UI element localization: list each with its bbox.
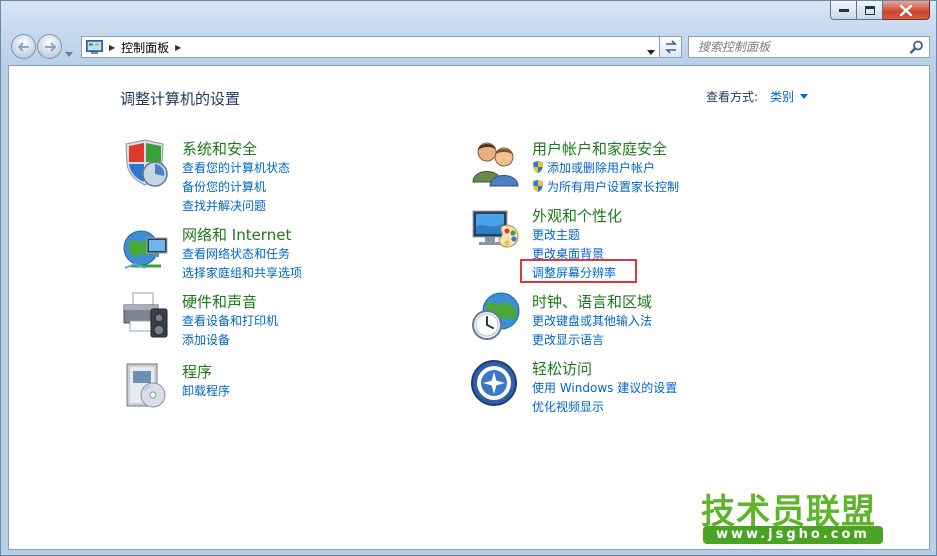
category-title-ease-of-access[interactable]: 轻松访问 (532, 358, 592, 379)
breadcrumb-separator-icon[interactable]: ▶ (175, 43, 181, 52)
caption-buttons (830, 1, 930, 20)
shield-icon[interactable] (121, 138, 171, 188)
network-globe-icon[interactable] (121, 224, 171, 274)
refresh-button[interactable] (660, 36, 682, 58)
uac-shield-icon (533, 160, 543, 174)
category-title-appearance[interactable]: 外观和个性化 (532, 205, 622, 226)
maximize-icon (864, 5, 875, 15)
watermark-logo: 技术员联盟 www.jsgho.com (701, 484, 885, 546)
search-icon[interactable] (910, 40, 924, 54)
link-change-display-language[interactable]: 更改显示语言 (532, 331, 652, 350)
link-add-device[interactable]: 添加设备 (182, 331, 278, 350)
printer-icon[interactable] (121, 291, 171, 341)
link-network-status[interactable]: 查看网络状态和任务 (182, 245, 302, 264)
close-icon (900, 4, 912, 16)
category-title-programs[interactable]: 程序 (182, 361, 212, 382)
users-icon[interactable] (471, 138, 521, 188)
view-by-control: 查看方式: 类别 (706, 88, 809, 105)
control-panel-icon (86, 40, 103, 54)
minimize-icon (838, 9, 849, 12)
category-ease-of-access: 轻松访问 使用 Windows 建议的设置 优化视频显示 (471, 358, 791, 418)
highlight-box (520, 259, 637, 283)
category-links: 卸载程序 (182, 382, 230, 401)
back-button[interactable] (11, 34, 36, 59)
link-view-computer-status[interactable]: 查看您的计算机状态 (182, 159, 290, 178)
category-title-hardware[interactable]: 硬件和声音 (182, 291, 257, 312)
recent-pages-dropdown[interactable] (65, 42, 73, 61)
category-clock-region: 时钟、语言和区域 更改键盘或其他输入法 更改显示语言 (471, 291, 791, 351)
category-links: 更改键盘或其他输入法 更改显示语言 (532, 312, 652, 350)
category-links: 添加或删除用户帐户 为所有用户设置家长控制 (532, 159, 679, 197)
link-windows-recommended-settings[interactable]: 使用 Windows 建议的设置 (532, 379, 677, 398)
address-dropdown[interactable] (647, 44, 655, 58)
address-bar[interactable]: ▶ 控制面板 ▶ (81, 36, 660, 58)
link-text[interactable]: 为所有用户设置家长控制 (547, 180, 679, 194)
link-optimize-visual-display[interactable]: 优化视频显示 (532, 398, 677, 417)
forward-button[interactable] (37, 34, 62, 59)
search-input[interactable] (696, 39, 910, 55)
search-box[interactable] (688, 36, 930, 58)
ease-of-access-icon[interactable] (471, 358, 521, 408)
maximize-button[interactable] (857, 1, 883, 20)
minimize-button[interactable] (830, 1, 857, 20)
breadcrumb-control-panel[interactable]: 控制面板 (121, 39, 169, 56)
category-title-system-security[interactable]: 系统和安全 (182, 138, 257, 159)
monitor-palette-icon[interactable] (471, 205, 521, 255)
link-backup-computer[interactable]: 备份您的计算机 (182, 178, 290, 197)
category-links: 查看您的计算机状态 备份您的计算机 查找并解决问题 (182, 159, 290, 216)
link-homegroup-sharing[interactable]: 选择家庭组和共享选项 (182, 264, 302, 283)
chevron-down-icon (647, 50, 655, 55)
breadcrumb-separator-icon[interactable]: ▶ (109, 43, 115, 52)
view-by-label: 查看方式: (706, 90, 759, 104)
category-network: 网络和 Internet 查看网络状态和任务 选择家庭组和共享选项 (121, 224, 421, 284)
category-hardware: 硬件和声音 查看设备和打印机 添加设备 (121, 291, 421, 351)
category-title-user-accounts[interactable]: 用户帐户和家庭安全 (532, 138, 667, 159)
link-uninstall-program[interactable]: 卸载程序 (182, 382, 230, 401)
link-change-keyboards[interactable]: 更改键盘或其他输入法 (532, 312, 652, 331)
forward-arrow-icon (44, 41, 56, 52)
link-parental-controls[interactable]: 为所有用户设置家长控制 (532, 178, 679, 197)
category-user-accounts: 用户帐户和家庭安全 添加或删除用户帐户 为所有用户设置家长控制 (471, 138, 791, 198)
view-by-selector[interactable]: 类别 (770, 88, 794, 105)
category-title-network[interactable]: 网络和 Internet (182, 224, 291, 245)
link-add-remove-accounts[interactable]: 添加或删除用户帐户 (532, 159, 679, 178)
category-links: 查看网络状态和任务 选择家庭组和共享选项 (182, 245, 302, 283)
category-links: 查看设备和打印机 添加设备 (182, 312, 278, 350)
category-links: 使用 Windows 建议的设置 优化视频显示 (532, 379, 677, 417)
close-button[interactable] (883, 1, 930, 20)
link-troubleshoot[interactable]: 查找并解决问题 (182, 197, 290, 216)
navigation-bar: ▶ 控制面板 ▶ (9, 34, 930, 60)
chevron-down-icon (65, 52, 73, 57)
link-text[interactable]: 添加或删除用户帐户 (547, 161, 655, 175)
category-title-clock-region[interactable]: 时钟、语言和区域 (532, 291, 652, 312)
watermark-url: www.jsgho.com (703, 526, 883, 544)
uac-shield-icon (533, 179, 543, 193)
chevron-down-icon[interactable] (800, 94, 809, 99)
link-change-theme[interactable]: 更改主题 (532, 226, 616, 245)
content-pane: 调整计算机的设置 查看方式: 类别 系统和安全 查看您的计算机状态 备份您的计算… (8, 65, 930, 550)
category-programs: 程序 卸载程序 (121, 361, 421, 421)
category-system-security: 系统和安全 查看您的计算机状态 备份您的计算机 查找并解决问题 (121, 138, 421, 218)
control-panel-window: ▶ 控制面板 ▶ 调整计算机的设置 查看方式: 类别 (0, 0, 937, 556)
refresh-icon (664, 40, 677, 54)
globe-clock-icon[interactable] (471, 291, 521, 341)
link-devices-printers[interactable]: 查看设备和打印机 (182, 312, 278, 331)
programs-box-icon[interactable] (121, 361, 171, 411)
page-title: 调整计算机的设置 (120, 90, 241, 108)
back-arrow-icon (17, 41, 29, 52)
